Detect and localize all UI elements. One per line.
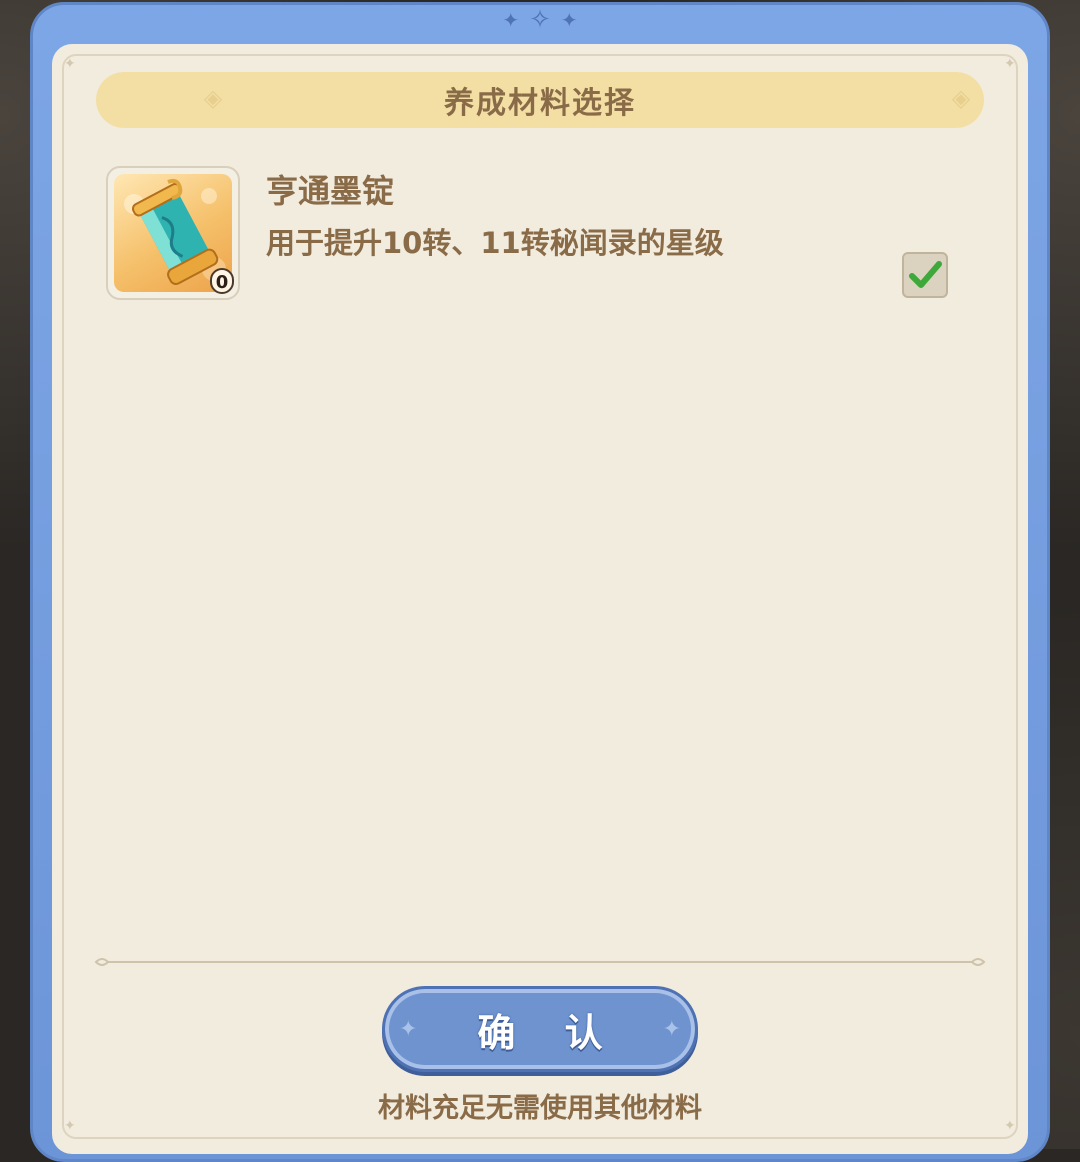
material-select-checkbox[interactable] <box>902 252 948 298</box>
sparkle-icon: ✦ <box>560 8 578 32</box>
sparkle-icon: ✦ <box>502 8 520 32</box>
material-icon-frame[interactable]: 0 <box>106 166 240 300</box>
corner-ornament-icon: ✦ <box>64 56 76 72</box>
sparkle-icon: ✧ <box>529 5 551 35</box>
top-ornament: ✦ ✧ ✦ <box>490 5 590 35</box>
footer-divider <box>94 958 986 966</box>
material-description: 用于提升10转、11转秘闻录的星级 <box>266 226 724 260</box>
checkmark-icon <box>909 261 942 288</box>
diamond-ornament-icon: ◈ <box>203 84 223 112</box>
material-count-badge: 0 <box>210 268 234 294</box>
material-name: 亨通墨锭 <box>266 172 395 210</box>
footer-note: 材料充足无需使用其他材料 <box>378 1093 702 1124</box>
sparkle-icon: ✦ <box>399 1017 418 1042</box>
confirm-button-label: 确 认 <box>477 1010 621 1055</box>
material-item[interactable]: 0 亨通墨锭 用于提升10转、11转秘闻录的星级 <box>106 166 966 306</box>
corner-ornament-icon: ✦ <box>1004 56 1016 72</box>
diamond-ornament-icon: ◈ <box>951 84 971 112</box>
dialog-title-bar: ◈ 养成材料选择 ◈ <box>96 72 984 128</box>
sparkle-icon: ✦ <box>662 1017 681 1042</box>
confirm-button[interactable]: ✦ 确 认 ✦ <box>382 986 698 1072</box>
dialog-title: 养成材料选择 <box>444 86 636 121</box>
